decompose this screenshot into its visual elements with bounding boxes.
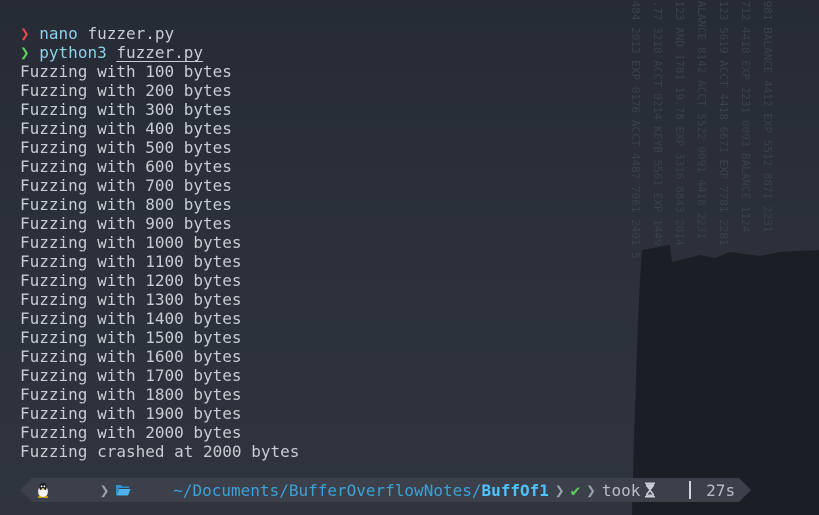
- output-line: Fuzzing with 1300 bytes: [20, 290, 242, 309]
- desktop-wallpaper: 4484 2013 EXP 0176 ACCT 4487 7961 2491 5…: [620, 0, 819, 515]
- linux-tux-icon: [36, 444, 94, 515]
- path-prefix: ~/Documents/BufferOverflowNotes/: [173, 480, 482, 500]
- output-line: Fuzzing with 1200 bytes: [20, 271, 242, 290]
- output-line: Fuzzing with 1400 bytes: [20, 309, 242, 328]
- prompt-left-cap: [20, 478, 32, 502]
- command-name: python3: [39, 43, 107, 62]
- path-current-directory: BuffOf1: [481, 480, 549, 500]
- history-line: ❯ nano fuzzer.py: [20, 24, 620, 43]
- segment-separator: ❯: [586, 480, 596, 500]
- output-line: Fuzzing with 700 bytes: [20, 176, 232, 195]
- output-line: Fuzzing with 600 bytes: [20, 157, 232, 176]
- prompt-symbol: ❯: [20, 24, 30, 43]
- prompt-symbol: ❯: [20, 43, 30, 62]
- output-line: Fuzzing with 1800 bytes: [20, 385, 242, 404]
- command-argument: fuzzer.py: [116, 43, 204, 62]
- output-line: Fuzzing with 1900 bytes: [20, 404, 242, 423]
- output-line: Fuzzing with 1100 bytes: [20, 252, 242, 271]
- segment-separator: ❯: [554, 480, 565, 500]
- output-line: Fuzzing with 2000 bytes: [20, 423, 242, 442]
- history-line: ❯ python3 fuzzer.py: [20, 43, 620, 62]
- output-line: Fuzzing crashed at 2000 bytes: [20, 442, 300, 461]
- folder-open-icon: [115, 445, 173, 515]
- output-line: Fuzzing with 1000 bytes: [20, 233, 242, 252]
- segment-separator: ❯: [99, 480, 110, 500]
- wallpaper-silhouette: [632, 245, 819, 515]
- wallpaper-text-column: 9981 BALANCE 4412 EXP 5512 8871 2231: [762, 0, 773, 233]
- status-success-icon: ✔: [570, 480, 581, 500]
- output-line: Fuzzing with 800 bytes: [20, 195, 232, 214]
- output-line: Fuzzing with 500 bytes: [20, 138, 232, 157]
- wallpaper-text-column: 4123 AND 1781 19.78 EXP 3316 8843 2014: [674, 0, 685, 246]
- shell-prompt: ❯ ~/Documents/BufferOverflowNotes/BuffOf…: [20, 478, 752, 502]
- command-name: nano: [39, 24, 78, 43]
- command-argument: fuzzer.py: [87, 24, 175, 43]
- output-line: Fuzzing with 1500 bytes: [20, 328, 242, 347]
- output-line: Fuzzing with 100 bytes: [20, 62, 232, 81]
- output-line: Fuzzing with 200 bytes: [20, 81, 232, 100]
- prompt-right-cap: [739, 478, 752, 502]
- output-line: Fuzzing with 1600 bytes: [20, 347, 242, 366]
- output-line: Fuzzing with 1700 bytes: [20, 366, 242, 385]
- output-line: Fuzzing with 300 bytes: [20, 100, 232, 119]
- os-segment: ❯ ~/Documents/BufferOverflowNotes/BuffOf…: [32, 478, 740, 502]
- took-label: took: [601, 480, 641, 500]
- program-output: Fuzzing with 100 bytes Fuzzing with 200 b…: [20, 62, 620, 461]
- text-cursor[interactable]: [689, 481, 691, 499]
- wallpaper-text-column: BALANCE 8142 ACCT 5522 0091 4418 2231: [696, 0, 707, 240]
- wallpaper-text-column: 7712 4418 EXP 2231 0093 BALANCE 1124: [740, 0, 751, 233]
- command-duration: 27s: [706, 480, 736, 500]
- wallpaper-text-column: 0123 5619 ACCT 4418 6671 EXP 7781 2281: [718, 0, 729, 246]
- output-line: Fuzzing with 900 bytes: [20, 214, 232, 233]
- terminal-output[interactable]: ❯ nano fuzzer.py ❯ python3 fuzzer.py Fuz…: [20, 24, 620, 461]
- wallpaper-text-column: 4484 2013 EXP 0176 ACCT 4487 7961 2491 5: [630, 0, 641, 259]
- wallpaper-text-column: 2.77 3218 ACCT 0214 KEYB 5561 EXP 1449: [652, 0, 663, 246]
- hourglass-icon: [640, 444, 706, 515]
- output-line: Fuzzing with 400 bytes: [20, 119, 232, 138]
